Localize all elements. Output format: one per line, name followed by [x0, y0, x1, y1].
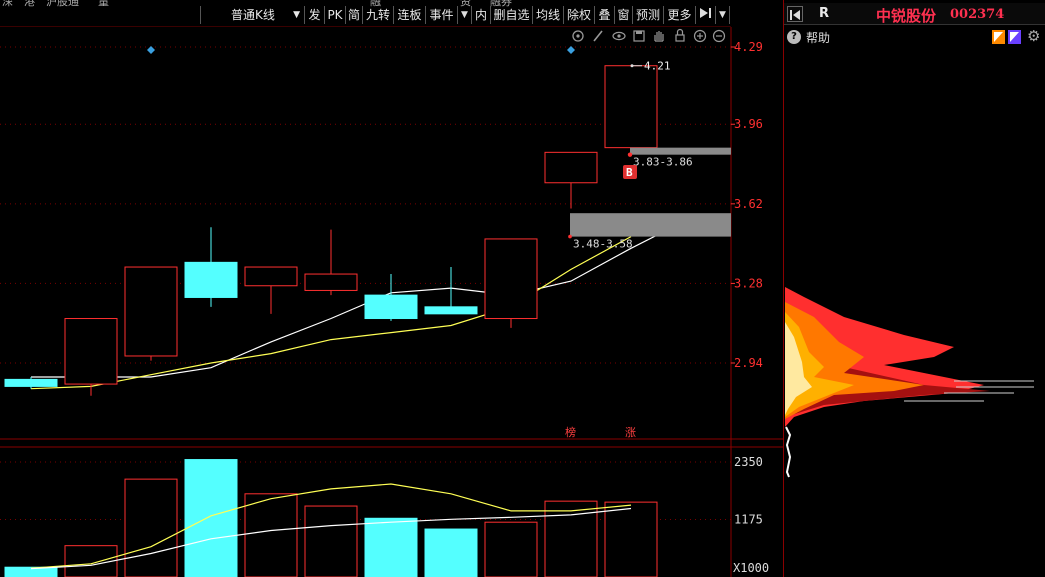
- candle-up: [244, 266, 298, 287]
- eye-icon[interactable]: [612, 31, 626, 41]
- lock-icon[interactable]: [675, 28, 685, 42]
- candle-up: [604, 65, 658, 149]
- gear-icon[interactable]: ⚙: [1027, 27, 1040, 45]
- candle-up: [304, 273, 358, 291]
- save-icon[interactable]: [633, 30, 645, 42]
- gap-marker: [568, 234, 572, 239]
- price-tick-label: 3.62: [734, 197, 763, 211]
- stock-header: R 中锐股份 002374: [784, 3, 1045, 25]
- pen-icon[interactable]: [593, 30, 603, 42]
- volume-bar: [424, 528, 478, 577]
- gap-marker: [627, 152, 633, 157]
- help-row: ? 帮助 ⚙: [784, 27, 1045, 47]
- tag-bang: 榜: [565, 425, 576, 439]
- candle-down: [4, 378, 58, 387]
- chart-tools: [572, 28, 726, 43]
- volume-unit-label: X1000: [733, 561, 769, 575]
- volume-bar: [124, 478, 178, 577]
- stock-code: 002374: [950, 7, 1005, 22]
- volume-tick-label: 2350: [734, 455, 763, 469]
- gap-zone-upper: [630, 147, 731, 155]
- candle-up: [124, 266, 178, 357]
- zoom-out-icon[interactable]: [712, 29, 726, 43]
- volume-bar: [244, 493, 298, 577]
- price-tick-label: 2.94: [734, 356, 763, 370]
- zoom-in-icon[interactable]: [693, 29, 707, 43]
- volume-tick-label: 1175: [734, 513, 763, 527]
- gap-zone-lower: [570, 213, 731, 237]
- stock-name: 中锐股份: [876, 7, 937, 25]
- event-diamond-icon: [147, 46, 155, 54]
- candle-up: [484, 238, 538, 320]
- price-tick-label: 4.29: [734, 40, 763, 54]
- gap-upper-label: 3.83-3.86: [633, 156, 693, 169]
- hand-icon[interactable]: [654, 31, 664, 42]
- volume-bar: [304, 505, 358, 577]
- kline-chart[interactable]: 4.29 3.96 3.62 3.28 2.94 2350 1175 X1000 3.48-3…: [0, 0, 783, 577]
- settings-icon[interactable]: [572, 30, 584, 42]
- right-flag: R: [819, 6, 830, 21]
- price-tick-label: 3.28: [734, 276, 763, 290]
- chip-tail: [785, 426, 792, 478]
- help-icon[interactable]: ?: [787, 30, 801, 44]
- chip-distribution-chart: [785, 287, 1034, 478]
- collapse-panel-icon[interactable]: [787, 6, 803, 22]
- chip-flag-icon-1[interactable]: [992, 29, 1005, 48]
- candle-down: [364, 294, 418, 320]
- right-panel: R 中锐股份 002374 ? 帮助 ⚙: [783, 0, 1045, 577]
- high-dot: [630, 64, 634, 68]
- price-tick-label: 3.96: [734, 117, 763, 131]
- volume-bar: [484, 521, 538, 577]
- help-label[interactable]: 帮助: [806, 29, 830, 46]
- candle-up: [544, 151, 598, 184]
- high-label: 4.21: [644, 60, 671, 73]
- tag-zhang: 涨: [625, 426, 636, 439]
- volume-bar: [364, 517, 418, 577]
- volume-bar: [604, 501, 658, 577]
- candle-up: [64, 318, 118, 385]
- buy-marker: B: [626, 166, 633, 179]
- chip-flag-icon-2[interactable]: [1008, 29, 1021, 48]
- volume-bar: [184, 459, 238, 577]
- event-diamond-icon: [567, 46, 575, 54]
- candle-down: [424, 306, 478, 315]
- gap-lower-label: 3.48-3.58: [573, 238, 633, 251]
- candle-down: [184, 261, 238, 298]
